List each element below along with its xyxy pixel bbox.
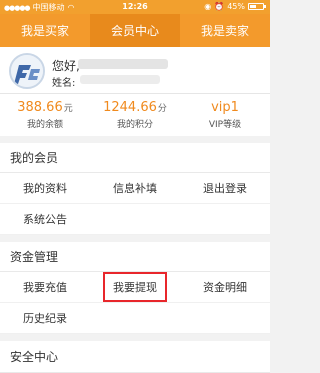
tab-seller[interactable]: 我是卖家 bbox=[180, 14, 270, 47]
points-stat[interactable]: 1244.66分 我的积分 bbox=[90, 94, 180, 136]
name-masked bbox=[80, 75, 160, 84]
fund-section-title: 资金管理 bbox=[0, 242, 270, 272]
username-masked bbox=[78, 59, 168, 69]
balance-label: 我的余额 bbox=[26, 120, 63, 130]
balance-unit: 元 bbox=[63, 104, 73, 114]
logout-item[interactable]: 退出登录 bbox=[180, 173, 270, 203]
divider bbox=[0, 136, 270, 143]
avatar[interactable] bbox=[9, 53, 45, 89]
vip-stat[interactable]: vip1 VIP等级 bbox=[180, 94, 270, 136]
stats-bar: 388.66元 我的余额 1244.66分 我的积分 vip1 VIP等级 bbox=[0, 94, 270, 136]
balance-value: 388.66 bbox=[17, 100, 63, 115]
my-profile-item[interactable]: 我的资料 bbox=[0, 173, 90, 203]
avatar-logo-icon bbox=[11, 55, 43, 87]
fund-grid: 我要充值 我要提现 资金明细 历史纪录 bbox=[0, 272, 270, 334]
battery-icon bbox=[248, 3, 264, 10]
system-notice-item[interactable]: 系统公告 bbox=[0, 204, 90, 234]
name-label: 姓名: bbox=[52, 78, 76, 89]
divider bbox=[0, 235, 270, 242]
greeting-text: 您好, bbox=[52, 59, 80, 73]
points-value-row: 1244.66分 bbox=[90, 100, 180, 115]
tab-member-center[interactable]: 会员中心 bbox=[90, 14, 180, 47]
security-section-title: 安全中心 bbox=[0, 341, 270, 373]
fund-row: 我要充值 我要提现 资金明细 bbox=[0, 272, 270, 303]
recharge-item[interactable]: 我要充值 bbox=[0, 272, 90, 302]
info-supplement-item[interactable]: 信息补填 bbox=[90, 173, 180, 203]
status-right: ◉ ⏰ 45% bbox=[204, 2, 266, 11]
vip-value: vip1 bbox=[211, 100, 239, 115]
fund-detail-item[interactable]: 资金明细 bbox=[180, 272, 270, 302]
points-label: 我的积分 bbox=[116, 120, 153, 130]
withdraw-item[interactable]: 我要提现 bbox=[90, 272, 180, 302]
location-icon: ◉ bbox=[204, 2, 212, 11]
vip-label: VIP等级 bbox=[208, 120, 242, 130]
divider bbox=[0, 334, 270, 341]
top-tabs: 我是买家 会员中心 我是卖家 bbox=[0, 14, 270, 47]
vip-value-row: vip1 bbox=[180, 100, 270, 115]
alarm-icon: ⏰ bbox=[214, 2, 225, 11]
member-row: 我的资料 信息补填 退出登录 bbox=[0, 173, 270, 204]
fund-row: 历史纪录 bbox=[0, 303, 270, 334]
tab-buyer[interactable]: 我是买家 bbox=[0, 14, 90, 47]
points-unit: 分 bbox=[157, 104, 167, 114]
status-bar: ●●●●● 中国移动 ◠ 12:26 ◉ ⏰ 45% bbox=[0, 0, 270, 14]
balance-value-row: 388.66元 bbox=[0, 100, 90, 115]
member-row: 系统公告 bbox=[0, 204, 270, 235]
profile-card: 您好, 姓名: bbox=[0, 47, 270, 94]
withdraw-label: 我要提现 bbox=[103, 272, 167, 302]
battery-percent: 45% bbox=[227, 2, 245, 11]
member-grid: 我的资料 信息补填 退出登录 系统公告 bbox=[0, 173, 270, 235]
balance-stat[interactable]: 388.66元 我的余额 bbox=[0, 94, 90, 136]
history-item[interactable]: 历史纪录 bbox=[0, 303, 90, 333]
points-value: 1244.66 bbox=[103, 100, 157, 115]
member-section-title: 我的会员 bbox=[0, 143, 270, 173]
